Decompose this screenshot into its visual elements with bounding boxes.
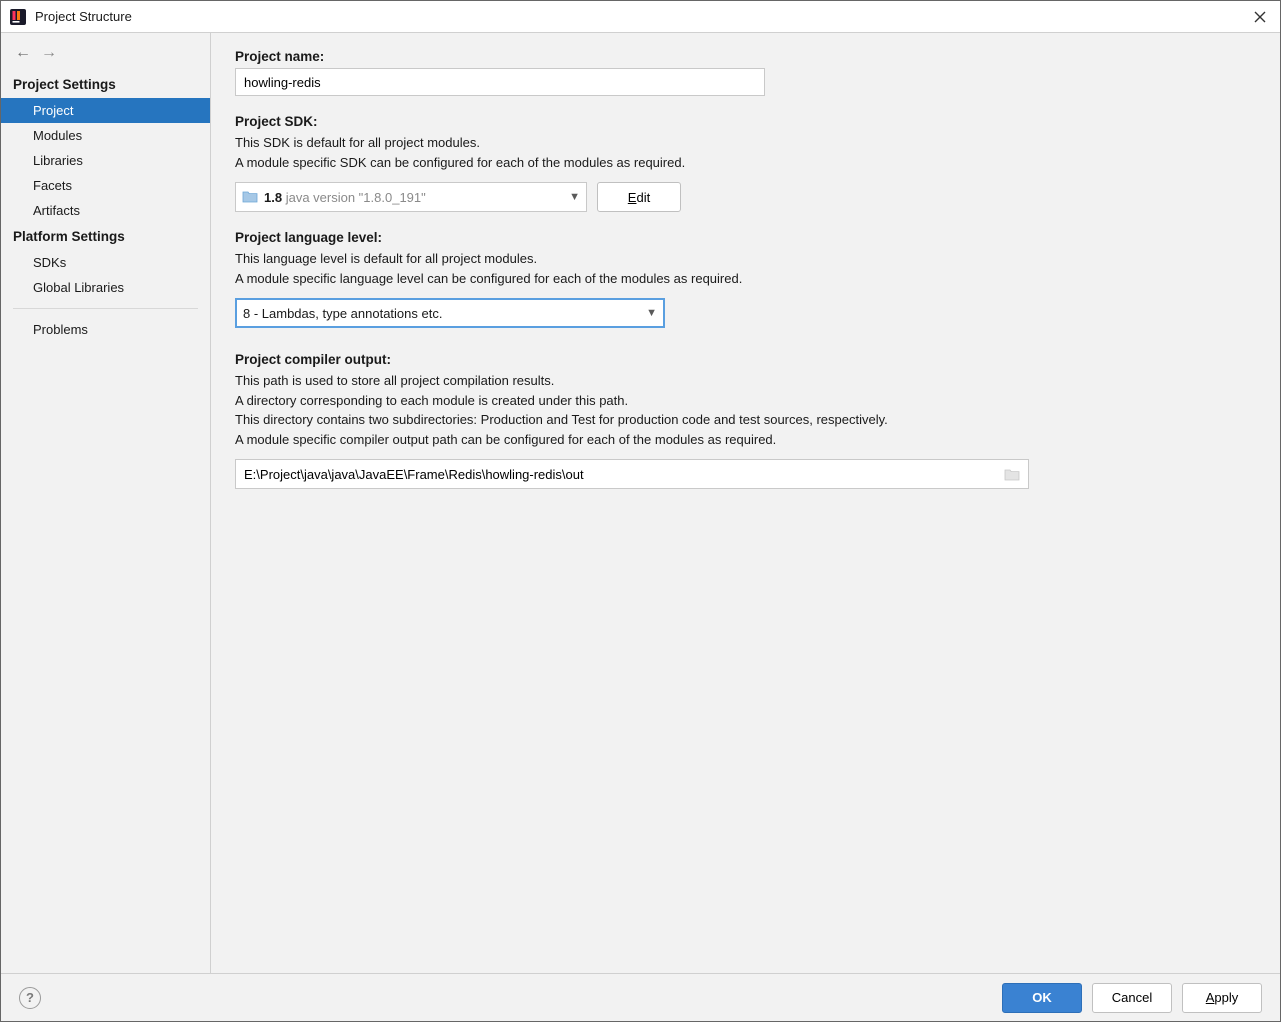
compiler-desc-4: A module specific compiler output path c… [235, 430, 1256, 450]
forward-icon: → [41, 45, 57, 61]
cancel-button[interactable]: Cancel [1092, 983, 1172, 1013]
nav-history: ← → [1, 41, 210, 71]
sidebar-item-modules[interactable]: Modules [1, 123, 210, 148]
sidebar-divider [13, 308, 198, 309]
sidebar-item-facets[interactable]: Facets [1, 173, 210, 198]
sidebar-item-label: Modules [33, 128, 82, 143]
lang-level-desc-2: A module specific language level can be … [235, 269, 1256, 289]
sidebar-item-label: Facets [33, 178, 72, 193]
compiler-desc-2: A directory corresponding to each module… [235, 391, 1256, 411]
sidebar-item-label: Libraries [33, 153, 83, 168]
sidebar-item-label: Problems [33, 322, 88, 337]
ok-button[interactable]: OK [1002, 983, 1082, 1013]
sidebar-item-label: SDKs [33, 255, 66, 270]
titlebar: Project Structure [1, 1, 1280, 33]
chevron-down-icon: ▼ [646, 307, 657, 319]
section-platform-settings: Platform Settings [1, 223, 210, 250]
window-title: Project Structure [35, 9, 132, 24]
apply-button[interactable]: Apply [1182, 983, 1262, 1013]
sdk-combo-value: 1.8 java version "1.8.0_191" [264, 190, 563, 205]
sidebar-item-sdks[interactable]: SDKs [1, 250, 210, 275]
sdk-desc-2: A module specific SDK can be configured … [235, 153, 1256, 173]
sidebar-item-project[interactable]: Project [1, 98, 210, 123]
sidebar-item-global-libraries[interactable]: Global Libraries [1, 275, 210, 300]
compiler-output-input[interactable] [244, 467, 1002, 482]
compiler-desc-3: This directory contains two subdirectori… [235, 410, 1256, 430]
language-level-combobox[interactable]: 8 - Lambdas, type annotations etc. ▼ [235, 298, 665, 328]
lang-level-value: 8 - Lambdas, type annotations etc. [243, 306, 640, 321]
edit-sdk-button[interactable]: Edit [597, 182, 681, 212]
sidebar-item-artifacts[interactable]: Artifacts [1, 198, 210, 223]
compiler-desc-1: This path is used to store all project c… [235, 371, 1256, 391]
close-icon[interactable] [1248, 5, 1272, 29]
sidebar-item-label: Artifacts [33, 203, 80, 218]
sidebar-item-label: Global Libraries [33, 280, 124, 295]
language-level-label: Project language level: [235, 230, 1256, 245]
sdk-desc-1: This SDK is default for all project modu… [235, 133, 1256, 153]
section-project-settings: Project Settings [1, 71, 210, 98]
dialog-footer: ? OK Cancel Apply [1, 973, 1280, 1021]
help-button[interactable]: ? [19, 987, 41, 1009]
sdk-version-detail: java version "1.8.0_191" [286, 190, 426, 205]
main-panel: Project name: Project SDK: This SDK is d… [211, 33, 1280, 973]
browse-folder-icon[interactable] [1002, 464, 1022, 484]
sdk-version: 1.8 [264, 190, 282, 205]
project-sdk-label: Project SDK: [235, 114, 1256, 129]
chevron-down-icon: ▼ [569, 191, 580, 203]
project-name-label: Project name: [235, 49, 1256, 64]
sidebar: ← → Project Settings Project Modules Lib… [1, 33, 211, 973]
sdk-folder-icon [242, 189, 258, 206]
sidebar-item-libraries[interactable]: Libraries [1, 148, 210, 173]
project-sdk-combobox[interactable]: 1.8 java version "1.8.0_191" ▼ [235, 182, 587, 212]
lang-level-desc-1: This language level is default for all p… [235, 249, 1256, 269]
sidebar-item-label: Project [33, 103, 73, 118]
intellij-icon [9, 8, 27, 26]
sidebar-item-problems[interactable]: Problems [1, 317, 210, 342]
back-icon[interactable]: ← [15, 45, 31, 61]
compiler-output-field [235, 459, 1029, 489]
project-name-input[interactable] [235, 68, 765, 96]
compiler-output-label: Project compiler output: [235, 352, 1256, 367]
